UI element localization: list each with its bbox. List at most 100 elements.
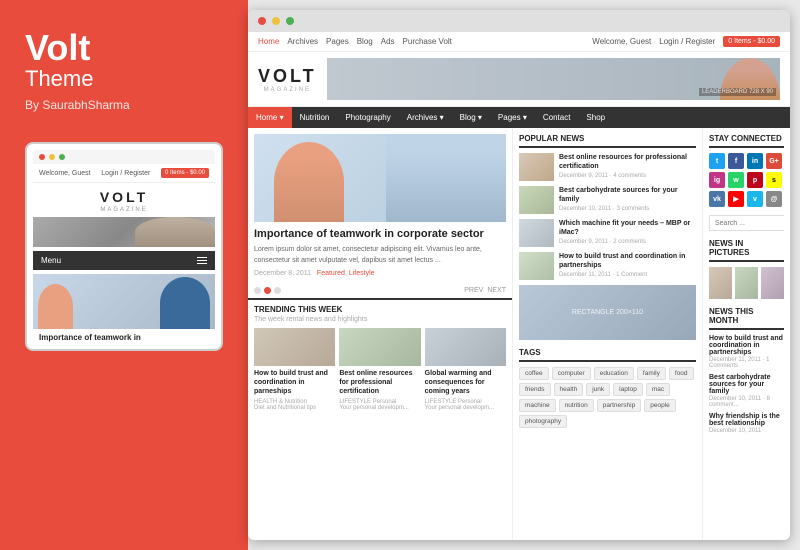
tag-junk[interactable]: junk <box>586 383 610 396</box>
topbar-pages[interactable]: Pages <box>326 37 349 46</box>
featured-article-title: Importance of teamwork in corporate sect… <box>254 227 506 241</box>
topbar-cart[interactable]: 0 Items - $0.00 <box>723 36 780 47</box>
googleplus-icon[interactable]: G+ <box>766 153 782 169</box>
tag-laptop[interactable]: laptop <box>613 383 643 396</box>
ntm-title-2[interactable]: Best carbohydrate sources for your famil… <box>709 374 784 395</box>
popular-info-4: How to build trust and coordination in p… <box>559 252 696 278</box>
dot-3[interactable] <box>274 287 281 294</box>
tag-education[interactable]: education <box>594 367 634 380</box>
dot-2[interactable] <box>264 287 271 294</box>
mobile-welcome: Welcome, Guest <box>39 170 91 177</box>
pinterest-icon[interactable]: p <box>747 172 763 188</box>
trending-title-1[interactable]: How to build trust and coordination in p… <box>254 369 335 396</box>
nav-archives[interactable]: Archives ▾ <box>399 107 452 128</box>
popular-title-2[interactable]: Best carbohydrate sources for your famil… <box>559 186 696 204</box>
whatsapp-icon[interactable]: w <box>728 172 744 188</box>
volt-title: Volt <box>25 30 223 66</box>
topbar-archives[interactable]: Archives <box>287 37 318 46</box>
dot-1[interactable] <box>254 287 261 294</box>
nav-blog[interactable]: Blog ▾ <box>452 107 490 128</box>
tag-nutrition[interactable]: nutrition <box>559 399 594 412</box>
next-button[interactable]: NEXT <box>487 287 506 294</box>
left-panel: Volt Theme By SaurabhSharma Welcome, Gue… <box>0 0 248 550</box>
trending-catsub-1: Diet and Nutritional tips <box>254 405 335 411</box>
trending-grid: How to build trust and coordination in p… <box>254 328 506 410</box>
vk-icon[interactable]: vk <box>709 191 725 207</box>
tag-friends[interactable]: friends <box>519 383 551 396</box>
mobile-cart[interactable]: 0 Items - $0.00 <box>161 168 209 178</box>
nav-pages[interactable]: Pages ▾ <box>490 107 535 128</box>
youtube-icon[interactable]: ▶ <box>728 191 744 207</box>
tag-food[interactable]: food <box>669 367 694 380</box>
trending-title-3[interactable]: Global warming and consequences for comi… <box>425 369 506 396</box>
nav-home[interactable]: Home ▾ <box>248 107 292 128</box>
topbar-home[interactable]: Home <box>258 37 279 46</box>
topbar-ads[interactable]: Ads <box>381 37 395 46</box>
popular-item-1: Best online resources for professional c… <box>519 153 696 181</box>
mobile-article-image <box>33 274 215 329</box>
theme-label: Theme <box>25 66 223 92</box>
vimeo-icon[interactable]: v <box>747 191 763 207</box>
featured-cat1[interactable]: Featured <box>317 270 345 277</box>
instagram-icon[interactable]: ig <box>709 172 725 188</box>
topbar-purchase[interactable]: Purchase Volt <box>403 37 452 46</box>
email-icon[interactable]: @ <box>766 191 782 207</box>
trending-catsub-2: Your personal developm... <box>339 405 420 411</box>
dot-indicators <box>254 287 281 294</box>
popular-item-4: How to build trust and coordination in p… <box>519 252 696 280</box>
tag-photography[interactable]: photography <box>519 415 567 428</box>
featured-cat2[interactable]: Lifestyle <box>349 270 375 277</box>
popular-meta-1: December 9, 2011 · 4 comments <box>559 173 696 179</box>
tag-mac[interactable]: mac <box>646 383 670 396</box>
linkedin-icon[interactable]: in <box>747 153 763 169</box>
tag-health[interactable]: health <box>554 383 584 396</box>
popular-title-4[interactable]: How to build trust and coordination in p… <box>559 252 696 270</box>
tag-coffee[interactable]: coffee <box>519 367 549 380</box>
prev-button[interactable]: PREV <box>464 287 483 294</box>
tag-computer[interactable]: computer <box>552 367 591 380</box>
ntm-title-3[interactable]: Why friendship is the best relationship <box>709 413 784 427</box>
nav-shop[interactable]: Shop <box>578 107 613 128</box>
nav-nutrition[interactable]: Nutrition <box>292 107 338 128</box>
dot-red <box>39 154 45 160</box>
mobile-top-bar <box>33 150 215 164</box>
browser-dot-red[interactable] <box>258 17 266 25</box>
search-box: 🔍 <box>709 215 784 231</box>
facebook-icon[interactable]: f <box>728 153 744 169</box>
ntm-title-1[interactable]: How to build trust and coordination in p… <box>709 335 784 356</box>
search-input[interactable] <box>710 216 790 230</box>
popular-title-1[interactable]: Best online resources for professional c… <box>559 153 696 171</box>
sidebar-popular: POPULAR NEWS Best online resources for p… <box>513 128 703 540</box>
topbar-login[interactable]: Login / Register <box>659 37 715 46</box>
main-nav: Home ▾ Nutrition Photography Archives ▾ … <box>248 107 790 128</box>
popular-meta-4: December 11, 2011 · 1 Comment <box>559 272 696 278</box>
tags-title: TAGS <box>519 348 696 362</box>
mobile-menu-label: Menu <box>41 256 61 265</box>
popular-thumb-2 <box>519 186 554 214</box>
site-header: VOLT MAGAZINE LEADERBOARD 728 X 90 <box>248 52 790 107</box>
topbar-blog[interactable]: Blog <box>357 37 373 46</box>
browser-dot-yellow[interactable] <box>272 17 280 25</box>
hamburger-icon[interactable] <box>197 257 207 264</box>
trending-thumb-3 <box>425 328 506 366</box>
nav-contact[interactable]: Contact <box>535 107 579 128</box>
snapchat-icon[interactable]: s <box>766 172 782 188</box>
mobile-menu-bar[interactable]: Menu <box>33 251 215 270</box>
nav-photography[interactable]: Photography <box>337 107 398 128</box>
dot-yellow <box>49 154 55 160</box>
tag-people[interactable]: people <box>644 399 676 412</box>
featured-image <box>254 134 506 222</box>
tag-family[interactable]: family <box>637 367 666 380</box>
tag-partnership[interactable]: partnership <box>597 399 642 412</box>
ntm-item-3: Why friendship is the best relationship … <box>709 413 784 434</box>
twitter-icon[interactable]: t <box>709 153 725 169</box>
topbar-nav: Home Archives Pages Blog Ads Purchase Vo… <box>258 37 452 46</box>
trending-title-2[interactable]: Best online resources for professional c… <box>339 369 420 396</box>
trending-title: TRENDING this week <box>254 305 506 314</box>
browser-dot-green[interactable] <box>286 17 294 25</box>
content-area: Importance of teamwork in corporate sect… <box>248 128 790 540</box>
mobile-login[interactable]: Login / Register <box>101 170 150 177</box>
popular-info-2: Best carbohydrate sources for your famil… <box>559 186 696 212</box>
popular-title-3[interactable]: Which machine fit your needs – MBP or iM… <box>559 219 696 237</box>
tag-machine[interactable]: machine <box>519 399 556 412</box>
